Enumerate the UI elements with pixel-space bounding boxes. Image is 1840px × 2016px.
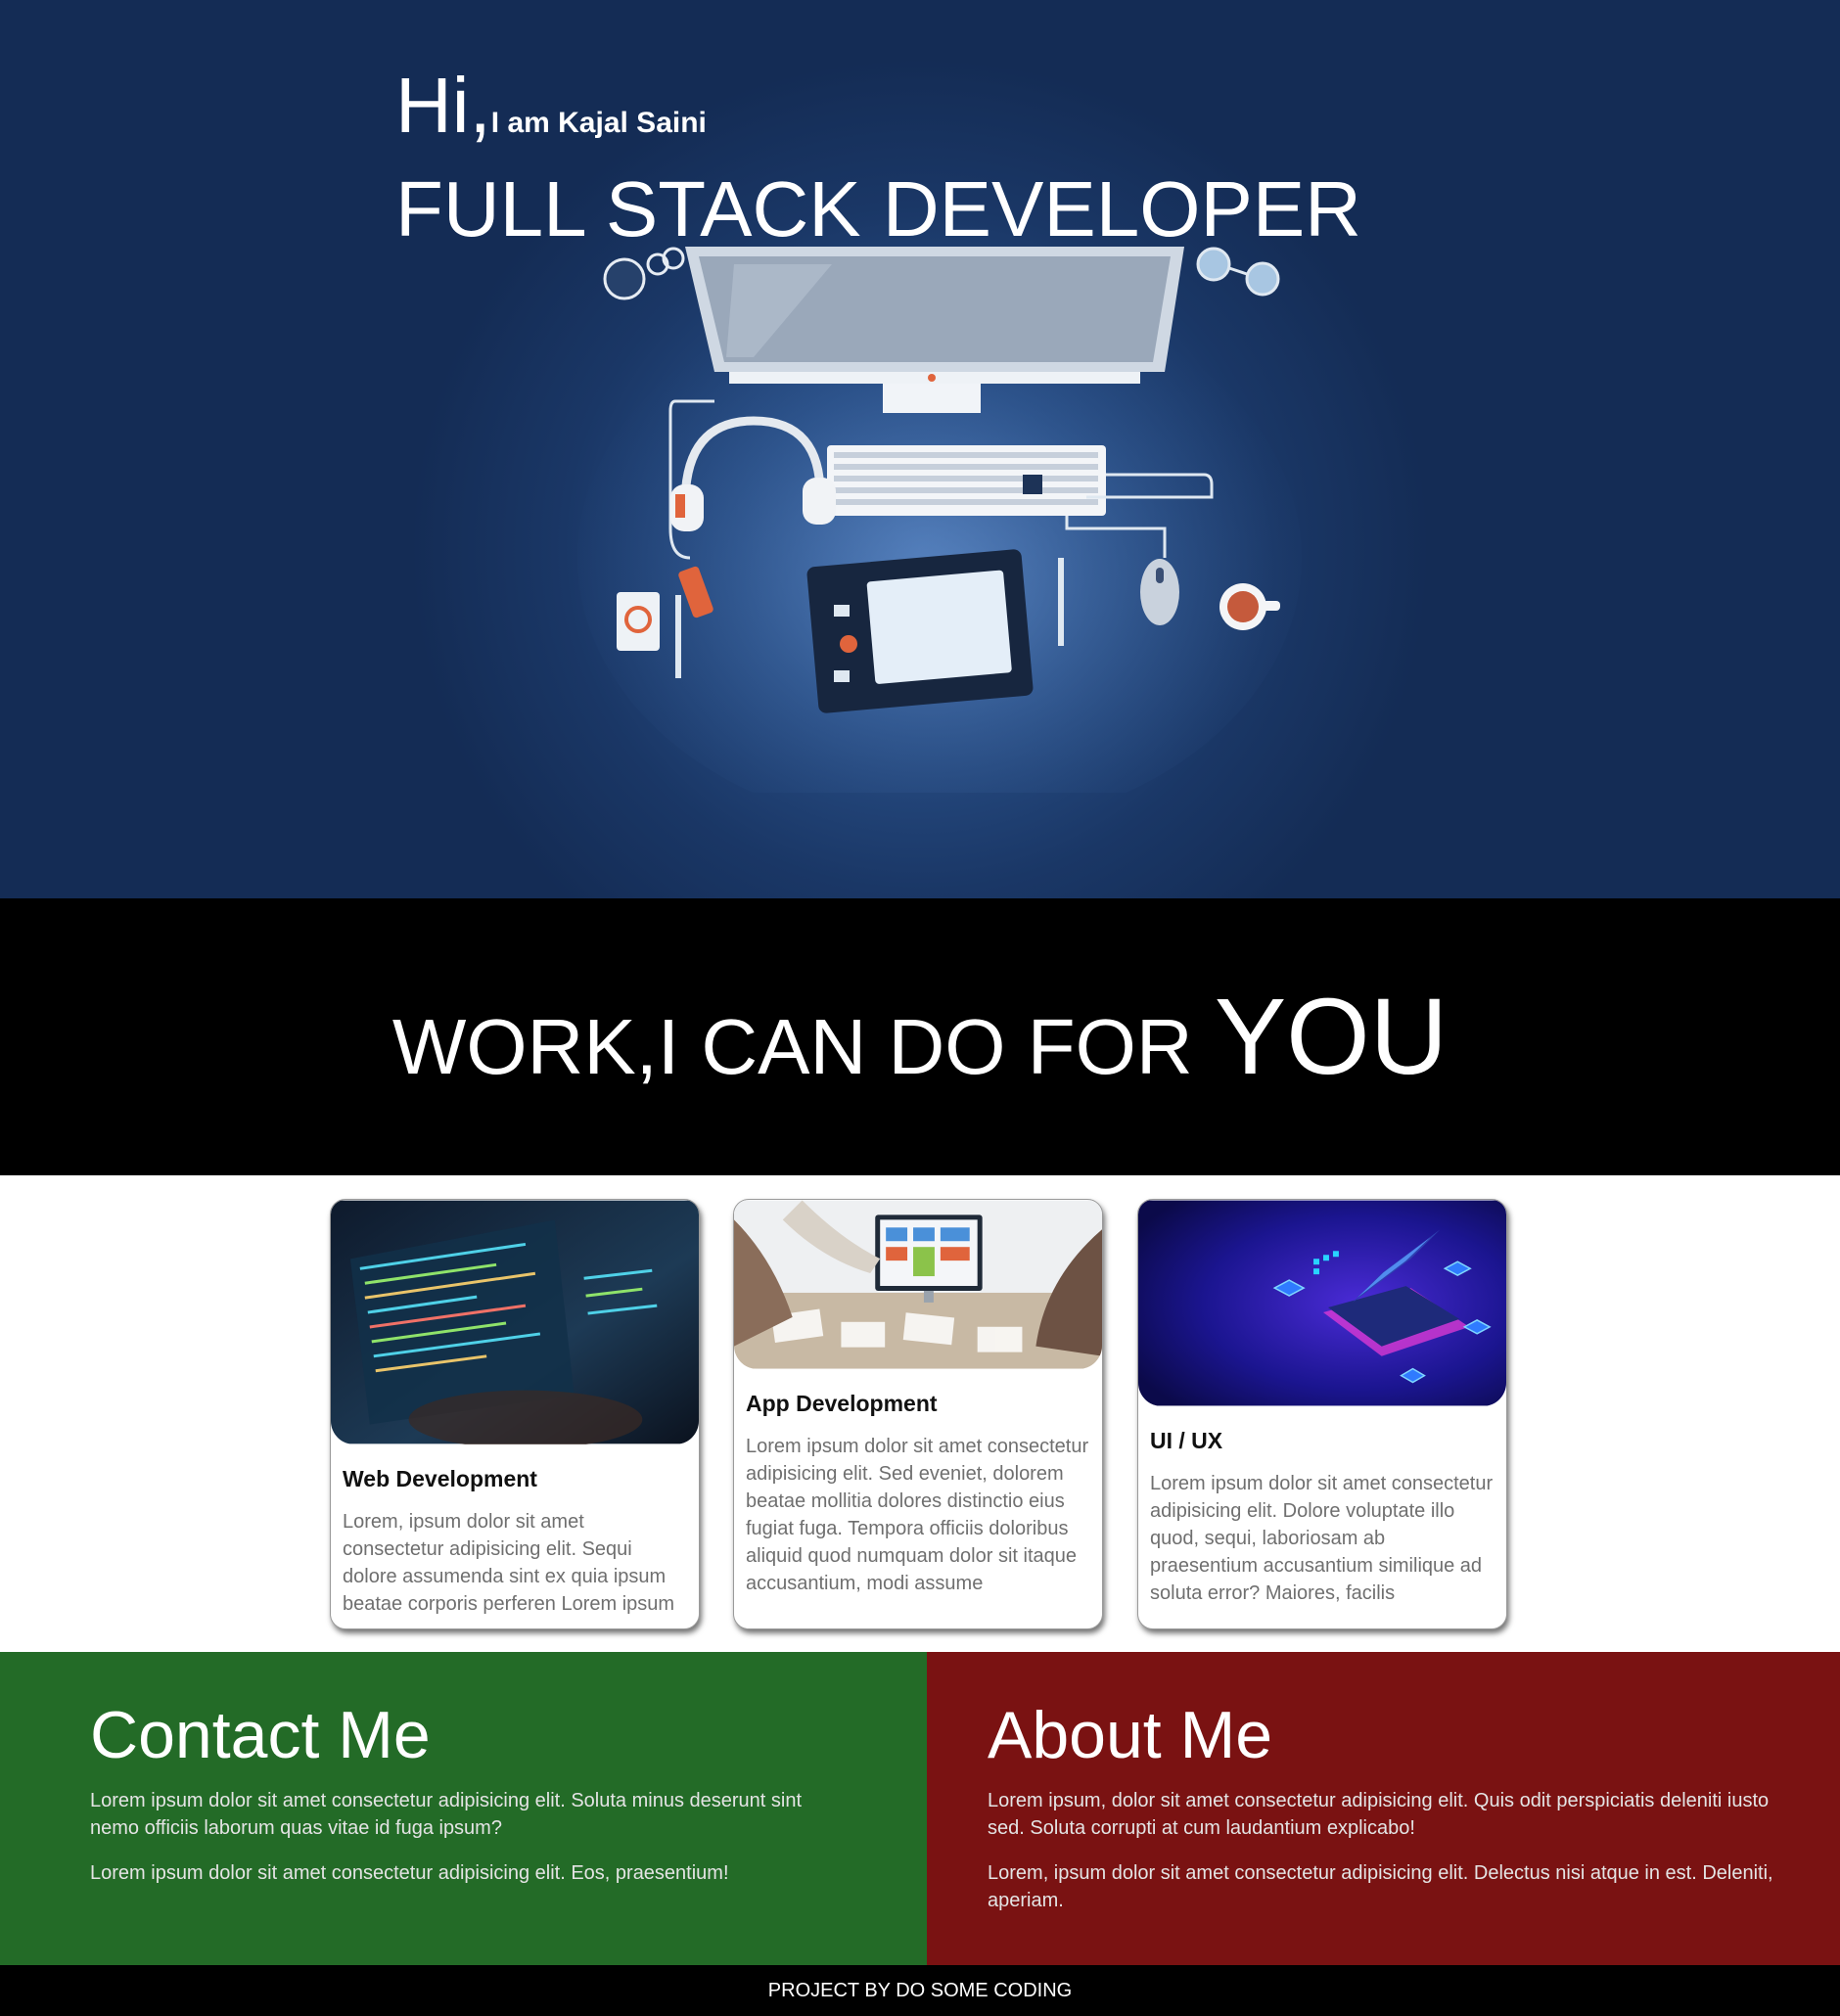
about-paragraph-2: Lorem, ipsum dolor sit amet consectetur … (988, 1862, 1773, 1911)
service-card-app-development: App Development Lorem ipsum dolor sit am… (733, 1199, 1103, 1629)
work-title-emphasis: YOU (1214, 977, 1449, 1097)
hero-section: Hi,I am Kajal Saini FULL STACK DEVELOPER (0, 0, 1840, 898)
footer-credit: PROJECT BY DO SOME CODING (767, 1979, 1073, 2001)
contact-paragraph-1: Lorem ipsum dolor sit amet consectetur a… (90, 1790, 803, 1839)
contact-paragraph-2: Lorem ipsum dolor sit amet consectetur a… (90, 1862, 729, 1884)
card-title: Web Development (343, 1466, 537, 1491)
hero-hi: Hi, (395, 62, 491, 149)
card-description: Lorem ipsum dolor sit amet consectetur a… (746, 1436, 1089, 1594)
work-banner: WORK,I CAN DO FOR YOU (0, 898, 1840, 1175)
coding-screen-image (331, 1200, 699, 1444)
work-title: WORK,I CAN DO FOR YOU (392, 975, 1448, 1099)
service-card-ui-ux: UI / UX Lorem ipsum dolor sit amet conse… (1137, 1199, 1507, 1629)
work-title-main: WORK,I CAN DO FOR (391, 1003, 1215, 1090)
service-card-web-development: Web Development Lorem, ipsum dolor sit a… (330, 1199, 700, 1629)
services-cards-section: Web Development Lorem, ipsum dolor sit a… (0, 1175, 1840, 1652)
card-description: Lorem, ipsum dolor sit amet consectetur … (343, 1511, 675, 1615)
footer: PROJECT BY DO SOME CODING (0, 1965, 1840, 2016)
contact-title: Contact Me (90, 1698, 431, 1772)
contact-section: Contact Me Lorem ipsum dolor sit amet co… (0, 1652, 927, 1965)
card-description: Lorem ipsum dolor sit amet consectetur a… (1150, 1473, 1494, 1604)
about-paragraph-1: Lorem ipsum, dolor sit amet consectetur … (988, 1790, 1770, 1839)
developer-desk-illustration (577, 247, 1302, 793)
card-title: UI / UX (1150, 1428, 1223, 1453)
about-title: About Me (988, 1698, 1273, 1772)
hero-intro: I am Kajal Saini (490, 107, 707, 139)
isometric-laptop-image (1138, 1200, 1506, 1406)
about-section: About Me Lorem ipsum, dolor sit amet con… (927, 1652, 1840, 1965)
hero-greeting: Hi,I am Kajal Saini (395, 61, 707, 151)
team-app-design-image (734, 1200, 1102, 1369)
card-title: App Development (746, 1391, 938, 1416)
